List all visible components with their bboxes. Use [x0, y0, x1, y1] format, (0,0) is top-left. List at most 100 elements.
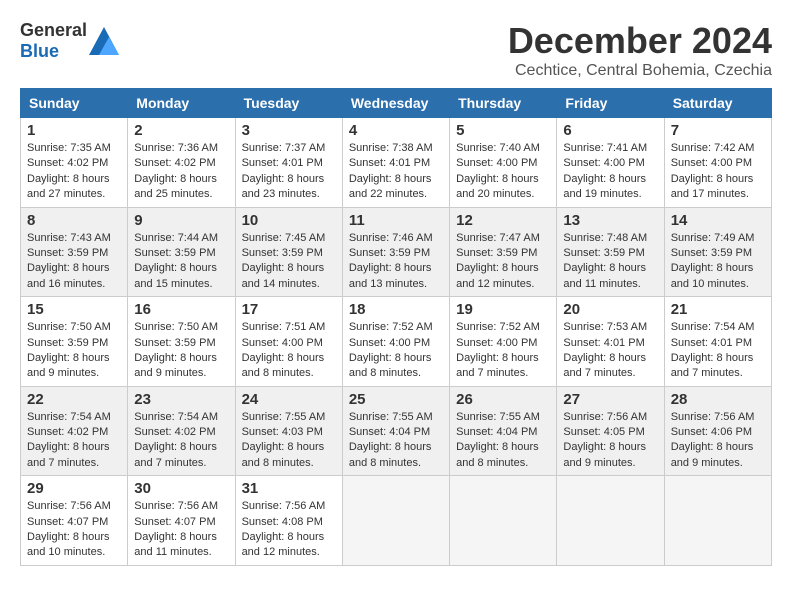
sunset-text: Sunset: 4:07 PM	[134, 516, 215, 528]
table-row	[557, 476, 664, 566]
table-row: 25Sunrise: 7:55 AMSunset: 4:04 PMDayligh…	[342, 386, 449, 476]
day-number: 9	[134, 212, 228, 229]
day-number: 28	[671, 391, 765, 408]
day-info: Sunrise: 7:35 AMSunset: 4:02 PMDaylight:…	[27, 141, 121, 203]
sunset-text: Sunset: 4:01 PM	[671, 337, 752, 349]
sunrise-text: Sunrise: 7:56 AM	[134, 500, 218, 512]
daylight-text: Daylight: 8 hours and 7 minutes.	[563, 352, 646, 379]
table-row: 3Sunrise: 7:37 AMSunset: 4:01 PMDaylight…	[235, 118, 342, 208]
sunrise-text: Sunrise: 7:48 AM	[563, 232, 647, 244]
sunset-text: Sunset: 3:59 PM	[456, 247, 537, 259]
daylight-text: Daylight: 8 hours and 9 minutes.	[134, 352, 217, 379]
table-row: 2Sunrise: 7:36 AMSunset: 4:02 PMDaylight…	[128, 118, 235, 208]
logo-blue: Blue	[20, 41, 59, 61]
sunset-text: Sunset: 3:59 PM	[27, 247, 108, 259]
table-row: 10Sunrise: 7:45 AMSunset: 3:59 PMDayligh…	[235, 207, 342, 297]
day-number: 11	[349, 212, 443, 229]
day-info: Sunrise: 7:36 AMSunset: 4:02 PMDaylight:…	[134, 141, 228, 203]
sunrise-text: Sunrise: 7:50 AM	[134, 321, 218, 333]
sunrise-text: Sunrise: 7:51 AM	[242, 321, 326, 333]
table-row: 28Sunrise: 7:56 AMSunset: 4:06 PMDayligh…	[664, 386, 771, 476]
header-tuesday: Tuesday	[235, 89, 342, 118]
table-row: 1Sunrise: 7:35 AMSunset: 4:02 PMDaylight…	[21, 118, 128, 208]
sunrise-text: Sunrise: 7:36 AM	[134, 142, 218, 154]
day-info: Sunrise: 7:56 AM Sunset: 4:07 PM Daylight:…	[134, 499, 228, 561]
calendar-week-1: 1Sunrise: 7:35 AMSunset: 4:02 PMDaylight…	[21, 118, 772, 208]
logo-icon	[89, 27, 119, 55]
calendar-week-4: 22Sunrise: 7:54 AMSunset: 4:02 PMDayligh…	[21, 386, 772, 476]
table-row	[450, 476, 557, 566]
sunset-text: Sunset: 3:59 PM	[134, 247, 215, 259]
daylight-text: Daylight: 8 hours and 8 minutes.	[456, 441, 539, 468]
sunset-text: Sunset: 4:04 PM	[456, 426, 537, 438]
sunrise-text: Sunrise: 7:54 AM	[134, 411, 218, 423]
daylight-text: Daylight: 8 hours and 7 minutes.	[456, 352, 539, 379]
sunset-text: Sunset: 4:06 PM	[671, 426, 752, 438]
sunrise-text: Sunrise: 7:52 AM	[456, 321, 540, 333]
table-row: 14Sunrise: 7:49 AMSunset: 3:59 PMDayligh…	[664, 207, 771, 297]
sunset-text: Sunset: 4:00 PM	[456, 157, 537, 169]
sunset-text: Sunset: 4:01 PM	[242, 157, 323, 169]
sunset-text: Sunset: 4:04 PM	[349, 426, 430, 438]
sunset-text: Sunset: 4:00 PM	[456, 337, 537, 349]
header-wednesday: Wednesday	[342, 89, 449, 118]
daylight-text: Daylight: 8 hours and 17 minutes.	[671, 173, 754, 200]
logo-general: General	[20, 20, 87, 40]
table-row: 9 Sunrise: 7:44 AMSunset: 3:59 PMDaylight…	[128, 207, 235, 297]
sunset-text: Sunset: 4:02 PM	[27, 157, 108, 169]
day-number: 24	[242, 391, 336, 408]
day-info: Sunrise: 7:56 AM Sunset: 4:08 PM Daylight:…	[242, 499, 336, 561]
day-info: Sunrise: 7:52 AMSunset: 4:00 PMDaylight:…	[349, 320, 443, 382]
sunset-text: Sunset: 4:08 PM	[242, 516, 323, 528]
sunrise-text: Sunrise: 7:50 AM	[27, 321, 111, 333]
day-number: 3	[242, 122, 336, 139]
day-info: Sunrise: 7:49 AMSunset: 3:59 PMDaylight:…	[671, 231, 765, 293]
daylight-text: Daylight: 8 hours and 10 minutes.	[671, 262, 754, 289]
day-info: Sunrise: 7:48 AM Sunset: 3:59 PM Daylight:…	[563, 231, 657, 293]
daylight-text: Daylight: 8 hours and 8 minutes.	[242, 441, 325, 468]
table-row: 18 Sunrise: 7:52 AMSunset: 4:00 PMDayligh…	[342, 297, 449, 387]
calendar-header-row: Sunday Monday Tuesday Wednesday Thursday…	[21, 89, 772, 118]
day-info: Sunrise: 7:45 AMSunset: 3:59 PMDaylight:…	[242, 231, 336, 293]
day-number: 19	[456, 301, 550, 318]
sunset-text: Sunset: 4:05 PM	[563, 426, 644, 438]
sunset-text: Sunset: 4:02 PM	[134, 426, 215, 438]
day-number: 6	[563, 122, 657, 139]
daylight-text: Daylight: 8 hours and 9 minutes.	[563, 441, 646, 468]
header-thursday: Thursday	[450, 89, 557, 118]
table-row: 6Sunrise: 7:41 AMSunset: 4:00 PMDaylight…	[557, 118, 664, 208]
day-number: 7	[671, 122, 765, 139]
table-row	[342, 476, 449, 566]
day-number: 18	[349, 301, 443, 318]
table-row: 24Sunrise: 7:55 AMSunset: 4:03 PMDayligh…	[235, 386, 342, 476]
daylight-text: Daylight: 8 hours and 19 minutes.	[563, 173, 646, 200]
daylight-text: Daylight: 8 hours and 11 minutes.	[134, 531, 217, 558]
sunrise-text: Sunrise: 7:54 AM	[27, 411, 111, 423]
sunrise-text: Sunrise: 7:35 AM	[27, 142, 111, 154]
sunrise-text: Sunrise: 7:52 AM	[349, 321, 433, 333]
daylight-text: Daylight: 8 hours and 11 minutes.	[563, 262, 646, 289]
day-info: Sunrise: 7:44 AMSunset: 3:59 PMDaylight:…	[134, 231, 228, 293]
daylight-text: Daylight: 8 hours and 12 minutes.	[456, 262, 539, 289]
daylight-text: Daylight: 8 hours and 12 minutes.	[242, 531, 325, 558]
table-row: 26Sunrise: 7:55 AMSunset: 4:04 PMDayligh…	[450, 386, 557, 476]
sunset-text: Sunset: 3:59 PM	[349, 247, 430, 259]
sunset-text: Sunset: 4:02 PM	[27, 426, 108, 438]
logo: General Blue	[20, 20, 119, 62]
sunset-text: Sunset: 4:00 PM	[563, 157, 644, 169]
day-number: 12	[456, 212, 550, 229]
sunset-text: Sunset: 3:59 PM	[563, 247, 644, 259]
day-info: Sunrise: 7:43 AMSunset: 3:59 PMDaylight:…	[27, 231, 121, 293]
sunrise-text: Sunrise: 7:45 AM	[242, 232, 326, 244]
day-info: Sunrise: 7:38 AMSunset: 4:01 PMDaylight:…	[349, 141, 443, 203]
day-info: Sunrise: 7:52 AM Sunset: 4:00 PM Daylight:…	[456, 320, 550, 382]
daylight-text: Daylight: 8 hours and 25 minutes.	[134, 173, 217, 200]
sunrise-text: Sunrise: 7:37 AM	[242, 142, 326, 154]
sunrise-text: Sunrise: 7:40 AM	[456, 142, 540, 154]
daylight-text: Daylight: 8 hours and 8 minutes.	[349, 352, 432, 379]
daylight-text: Daylight: 8 hours and 9 minutes.	[671, 441, 754, 468]
sunrise-text: Sunrise: 7:56 AM	[242, 500, 326, 512]
day-info: Sunrise: 7:46 AMSunset: 3:59 PMDaylight:…	[349, 231, 443, 293]
day-info: Sunrise: 7:50 AMSunset: 3:59 PMDaylight:…	[134, 320, 228, 382]
day-number: 5	[456, 122, 550, 139]
